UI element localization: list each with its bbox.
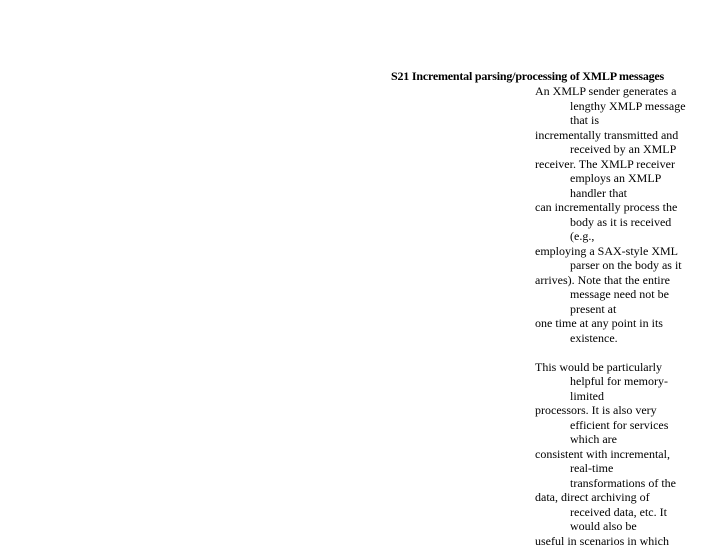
text-line: useful in scenarios in which [535, 534, 686, 548]
paragraph: This would be particularlyhelpful for me… [535, 360, 686, 548]
text-line: efficient for services [535, 418, 686, 433]
text-line: arrives). Note that the entire [535, 273, 686, 288]
text-line: employing a SAX-style XML [535, 244, 686, 259]
text-line: that is [535, 113, 686, 128]
text-line: (e.g., [535, 229, 686, 244]
paragraph: An XMLP sender generates alengthy XMLP m… [535, 84, 686, 345]
text-line: received data, etc. It [535, 505, 686, 520]
text-line: employs an XMLP [535, 171, 686, 186]
text-line: parser on the body as it [535, 258, 686, 273]
text-line: data, direct archiving of [535, 490, 686, 505]
text-line: one time at any point in its [535, 316, 686, 331]
text-line: helpful for memory- [535, 374, 686, 389]
text-line: incrementally transmitted and [535, 128, 686, 143]
text-line: processors. It is also very [535, 403, 686, 418]
body-text: An XMLP sender generates alengthy XMLP m… [535, 84, 686, 548]
text-line: can incrementally process the [535, 200, 686, 215]
text-line: existence. [535, 331, 686, 346]
text-line: This would be particularly [535, 360, 686, 375]
text-line: handler that [535, 186, 686, 201]
text-line: present at [535, 302, 686, 317]
text-line: receiver. The XMLP receiver [535, 157, 686, 172]
text-line: transformations of the [535, 476, 686, 491]
text-line: real-time [535, 461, 686, 476]
text-line: limited [535, 389, 686, 404]
text-line: consistent with incremental, [535, 447, 686, 462]
text-line: An XMLP sender generates a [535, 84, 686, 99]
text-line: which are [535, 432, 686, 447]
text-line: would also be [535, 519, 686, 534]
text-line: message need not be [535, 287, 686, 302]
section-heading: S21 Incremental parsing/processing of XM… [391, 69, 664, 84]
paragraph-gap [535, 345, 686, 360]
text-line: lengthy XMLP message [535, 99, 686, 114]
text-line: body as it is received [535, 215, 686, 230]
text-line: received by an XMLP [535, 142, 686, 157]
